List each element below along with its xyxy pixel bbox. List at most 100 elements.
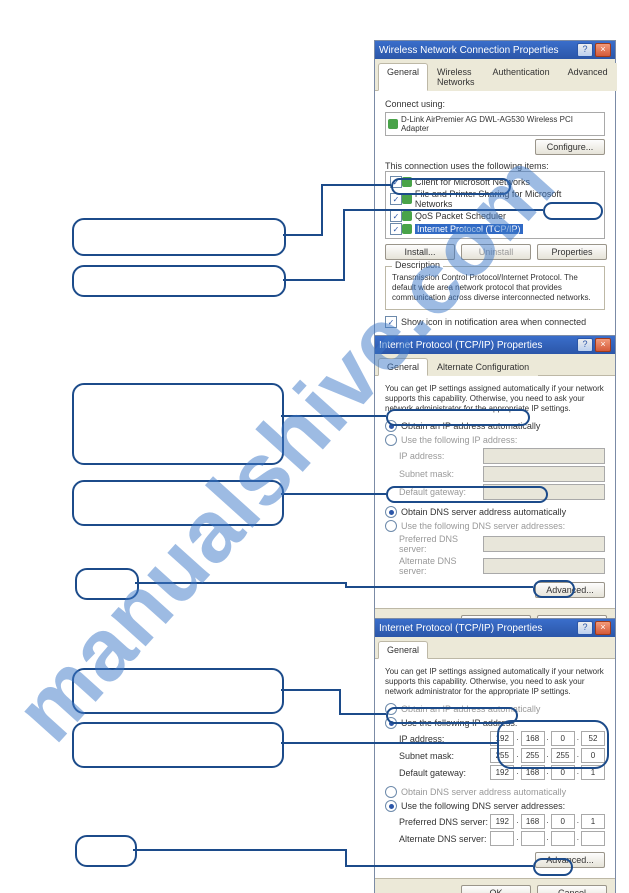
callout-8 bbox=[75, 835, 137, 867]
callout-7 bbox=[72, 722, 284, 768]
uses-items-label: This connection uses the following items… bbox=[385, 161, 605, 171]
radio-label: Use the following DNS server addresses: bbox=[401, 801, 565, 811]
connector bbox=[281, 742, 497, 744]
close-icon[interactable]: × bbox=[595, 43, 611, 57]
connector bbox=[283, 234, 323, 236]
connector bbox=[345, 865, 533, 867]
callout-2 bbox=[72, 265, 286, 297]
ok-button[interactable]: OK bbox=[461, 885, 531, 893]
ip-octet[interactable]: 1 bbox=[581, 814, 605, 829]
help-icon[interactable]: ? bbox=[577, 621, 593, 635]
connector bbox=[321, 184, 391, 186]
connect-using-label: Connect using: bbox=[385, 99, 605, 109]
tab-wireless-networks[interactable]: Wireless Networks bbox=[428, 63, 484, 91]
configure-button[interactable]: Configure... bbox=[535, 139, 605, 155]
tab-general[interactable]: General bbox=[378, 358, 428, 376]
ip-input bbox=[483, 448, 605, 464]
tab-advanced[interactable]: Advanced bbox=[559, 63, 617, 91]
description-title: Description bbox=[392, 260, 443, 270]
connector bbox=[339, 689, 341, 713]
titlebar[interactable]: Internet Protocol (TCP/IP) Properties ? … bbox=[375, 619, 615, 637]
install-button[interactable]: Install... bbox=[385, 244, 455, 260]
callout-3 bbox=[72, 383, 284, 465]
close-icon[interactable]: × bbox=[595, 338, 611, 352]
intro-text: You can get IP settings assigned automat… bbox=[385, 667, 605, 697]
item-label-selected: Internet Protocol (TCP/IP) bbox=[415, 224, 523, 234]
tab-authentication[interactable]: Authentication bbox=[484, 63, 559, 91]
subnet-label: Subnet mask: bbox=[399, 751, 454, 761]
highlight-use-ip bbox=[386, 707, 518, 724]
pdns-label: Preferred DNS server: bbox=[399, 534, 483, 554]
radio-label: Obtain DNS server address automatically bbox=[401, 787, 566, 797]
subnet-label: Subnet mask: bbox=[399, 469, 454, 479]
description-group: Description Transmission Control Protoco… bbox=[385, 266, 605, 310]
properties-button[interactable]: Properties bbox=[537, 244, 607, 260]
radio-use-ip[interactable]: Use the following IP address: bbox=[385, 434, 605, 446]
adns-label: Alternate DNS server: bbox=[399, 834, 487, 844]
connector bbox=[339, 713, 386, 715]
highlight-obtain-ip-auto bbox=[386, 409, 530, 426]
highlight-ok-3 bbox=[533, 858, 573, 876]
connector bbox=[283, 279, 345, 281]
ip-octet[interactable] bbox=[581, 831, 605, 846]
subnet-input bbox=[483, 466, 605, 482]
item-label: QoS Packet Scheduler bbox=[415, 211, 506, 221]
ip-octet[interactable]: 0 bbox=[551, 814, 575, 829]
radio-obtain-dns-auto[interactable]: Obtain DNS server address automatically bbox=[385, 506, 605, 518]
callout-5 bbox=[75, 568, 139, 600]
connector bbox=[281, 493, 386, 495]
adapter-name: D-Link AirPremier AG DWL-AG530 Wireless … bbox=[401, 115, 602, 133]
title-text: Internet Protocol (TCP/IP) Properties bbox=[379, 340, 542, 351]
tab-alt-config[interactable]: Alternate Configuration bbox=[428, 358, 538, 376]
close-icon[interactable]: × bbox=[595, 621, 611, 635]
show-icon-label: Show icon in notification area when conn… bbox=[401, 317, 586, 327]
pdns-input[interactable]: 192. 168. 0. 1 bbox=[490, 814, 605, 829]
radio-use-dns[interactable]: Use the following DNS server addresses: bbox=[385, 520, 605, 532]
tab-general[interactable]: General bbox=[378, 641, 428, 659]
pdns-input bbox=[483, 536, 605, 552]
highlight-obtain-dns-auto bbox=[386, 486, 548, 503]
title-text: Wireless Network Connection Properties bbox=[379, 45, 559, 56]
adapter-icon bbox=[388, 119, 398, 129]
radio-use-dns[interactable]: Use the following DNS server addresses: bbox=[385, 800, 605, 812]
highlight-tcpip-item bbox=[391, 178, 511, 195]
ip-octet[interactable]: 168 bbox=[521, 814, 545, 829]
highlight-ok-2 bbox=[533, 580, 575, 598]
adns-label: Alternate DNS server: bbox=[399, 556, 483, 576]
ip-label: IP address: bbox=[399, 451, 444, 461]
radio-label: Obtain DNS server address automatically bbox=[401, 507, 566, 517]
cancel-button[interactable]: Cancel bbox=[537, 885, 607, 893]
titlebar[interactable]: Wireless Network Connection Properties ?… bbox=[375, 41, 615, 59]
connector bbox=[343, 209, 345, 281]
pdns-label: Preferred DNS server: bbox=[399, 817, 488, 827]
ip-octet[interactable] bbox=[490, 831, 514, 846]
radio-label: Use the following IP address: bbox=[401, 435, 517, 445]
adns-input[interactable]: . . . bbox=[490, 831, 605, 846]
connector bbox=[345, 586, 533, 588]
radio-obtain-dns-auto[interactable]: Obtain DNS server address automatically bbox=[385, 786, 605, 798]
ip-octet[interactable] bbox=[521, 831, 545, 846]
connector bbox=[133, 849, 347, 851]
ip-octet[interactable] bbox=[551, 831, 575, 846]
connector bbox=[321, 184, 323, 236]
help-icon[interactable]: ? bbox=[577, 43, 593, 57]
connector bbox=[135, 582, 347, 584]
connector bbox=[345, 849, 347, 865]
adns-input bbox=[483, 558, 605, 574]
callout-6 bbox=[72, 668, 284, 714]
callout-1 bbox=[72, 218, 286, 256]
help-icon[interactable]: ? bbox=[577, 338, 593, 352]
description-text: Transmission Control Protocol/Internet P… bbox=[392, 273, 598, 303]
tab-general[interactable]: General bbox=[378, 63, 428, 91]
callout-4 bbox=[72, 480, 284, 526]
connector bbox=[281, 689, 341, 691]
highlight-ip-fields bbox=[497, 720, 609, 769]
gateway-label: Default gateway: bbox=[399, 768, 466, 778]
list-item-tcpip[interactable]: ✓Internet Protocol (TCP/IP) bbox=[390, 223, 600, 235]
connector bbox=[343, 209, 543, 211]
titlebar[interactable]: Internet Protocol (TCP/IP) Properties ? … bbox=[375, 336, 615, 354]
show-icon-checkbox[interactable]: ✓ Show icon in notification area when co… bbox=[385, 316, 605, 328]
ip-octet[interactable]: 192 bbox=[490, 814, 514, 829]
uninstall-button[interactable]: Uninstall bbox=[461, 244, 531, 260]
title-text: Internet Protocol (TCP/IP) Properties bbox=[379, 623, 542, 634]
